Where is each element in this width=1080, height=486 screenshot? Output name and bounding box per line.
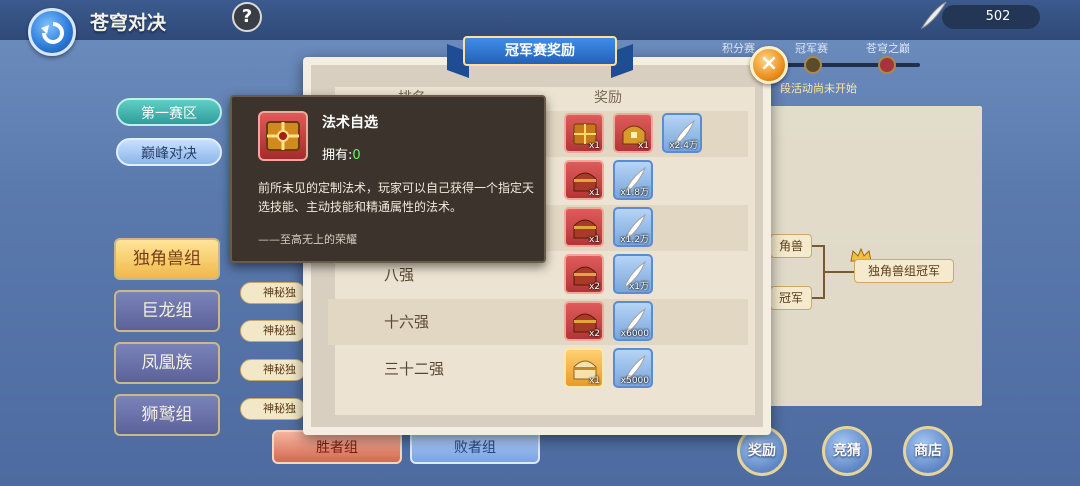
feather-item[interactable]: x2.4万 [662,113,702,153]
item-quantity: x2 [588,282,600,292]
stage-progress-line [780,63,920,67]
rank-label: 三十二强 [384,360,445,378]
tooltip-owned: 拥有:0 [322,144,361,163]
item-quantity: x1万 [628,282,649,292]
stage-dot-peak [878,56,896,74]
chest-item[interactable]: x1 [613,113,653,153]
bracket-champion-label: 独角兽组冠军 [854,259,954,283]
stage-champion-label: 冠军赛 [795,42,828,55]
mystery-team-label: 神秘独 [240,282,306,304]
column-header-reward: 奖励 [594,90,622,106]
modal-title-banner: 冠军赛奖励 [445,36,635,79]
bracket-team-2: 冠军 [770,286,812,310]
group-dragon-button[interactable]: 巨龙组 [114,290,220,332]
item-quantity: x2.4万 [669,141,698,151]
feather-icon [920,1,947,30]
item-quantity: x1 [637,141,649,151]
owned-label: 拥有: [322,148,353,163]
gold-chest-item[interactable]: x1 [564,348,604,388]
feather-item[interactable]: x1.8万 [613,160,653,200]
page-title: 苍穹对决 [90,12,167,34]
zone-peak-pill[interactable]: 巅峰对决 [116,138,222,166]
help-button[interactable]: ? [232,2,262,32]
chest-item[interactable]: x1 [564,207,604,247]
owned-value: 0 [352,148,361,163]
group-griffin-button[interactable]: 狮鹫组 [114,394,220,436]
chest-item[interactable]: x2 [564,301,604,341]
zone-1-pill[interactable]: 第一赛区 [116,98,222,126]
item-quantity: x1 [588,235,600,245]
stage-notice: 段活动尚未开始 [780,82,857,95]
modal-title: 冠军赛奖励 [463,36,617,66]
shop-round-button[interactable]: 商店 [903,426,953,476]
tooltip-description: 前所未见的定制法术，玩家可以自己获得一个指定天选技能、主动技能和精通属性的法术。 [258,181,535,214]
stage-peak-label: 苍穹之巅 [866,42,910,55]
feather-item[interactable]: x5000 [613,348,653,388]
mystery-team-label: 神秘独 [240,398,306,420]
rank-label: 十六强 [384,313,430,331]
feather-item[interactable]: x1.2万 [613,207,653,247]
rank-label: 八强 [384,266,415,284]
tooltip-item-name: 法术自选 [322,115,378,131]
stage-points-label: 积分赛 [722,42,755,55]
spell-box-icon [266,121,300,151]
item-quantity: x1.8万 [620,188,649,198]
feather-item[interactable]: x1万 [613,254,653,294]
winners-tab[interactable]: 胜者组 [272,430,402,464]
reward-row: 十六强 [328,299,748,345]
group-unicorn-button[interactable]: 独角兽组 [114,238,220,280]
item-tooltip: 法术自选 拥有:0 前所未见的定制法术，玩家可以自己获得一个指定天选技能、主动技… [230,95,546,263]
mystery-team-label: 神秘独 [240,359,306,381]
stage-dot-champion [804,56,822,74]
item-quantity: x1 [588,376,600,386]
reward-row: 三十二强 [328,346,748,392]
item-quantity: x6000 [620,329,649,339]
losers-tab[interactable]: 败者组 [410,430,540,464]
item-quantity: x1.2万 [620,235,649,245]
bracket-team-1: 角兽 [770,234,812,258]
tooltip-quote: ——至高无上的荣耀 [258,233,357,246]
spell-box-item[interactable]: x1 [564,113,604,153]
group-phoenix-button[interactable]: 凤凰族 [114,342,220,384]
tooltip-item-icon [258,111,308,161]
back-arrow-icon [41,22,64,44]
item-quantity: x2 [588,329,600,339]
item-quantity: x5000 [620,376,649,386]
item-quantity: x1 [588,188,600,198]
feather-count: 502 [942,5,1040,29]
mystery-team-label: 神秘独 [240,320,306,342]
item-quantity: x1 [588,141,600,151]
close-button[interactable]: × [750,46,788,84]
feather-item[interactable]: x6000 [613,301,653,341]
chest-item[interactable]: x1 [564,160,604,200]
back-button[interactable] [28,8,76,56]
guess-round-button[interactable]: 竞猜 [822,426,872,476]
chest-item[interactable]: x2 [564,254,604,294]
